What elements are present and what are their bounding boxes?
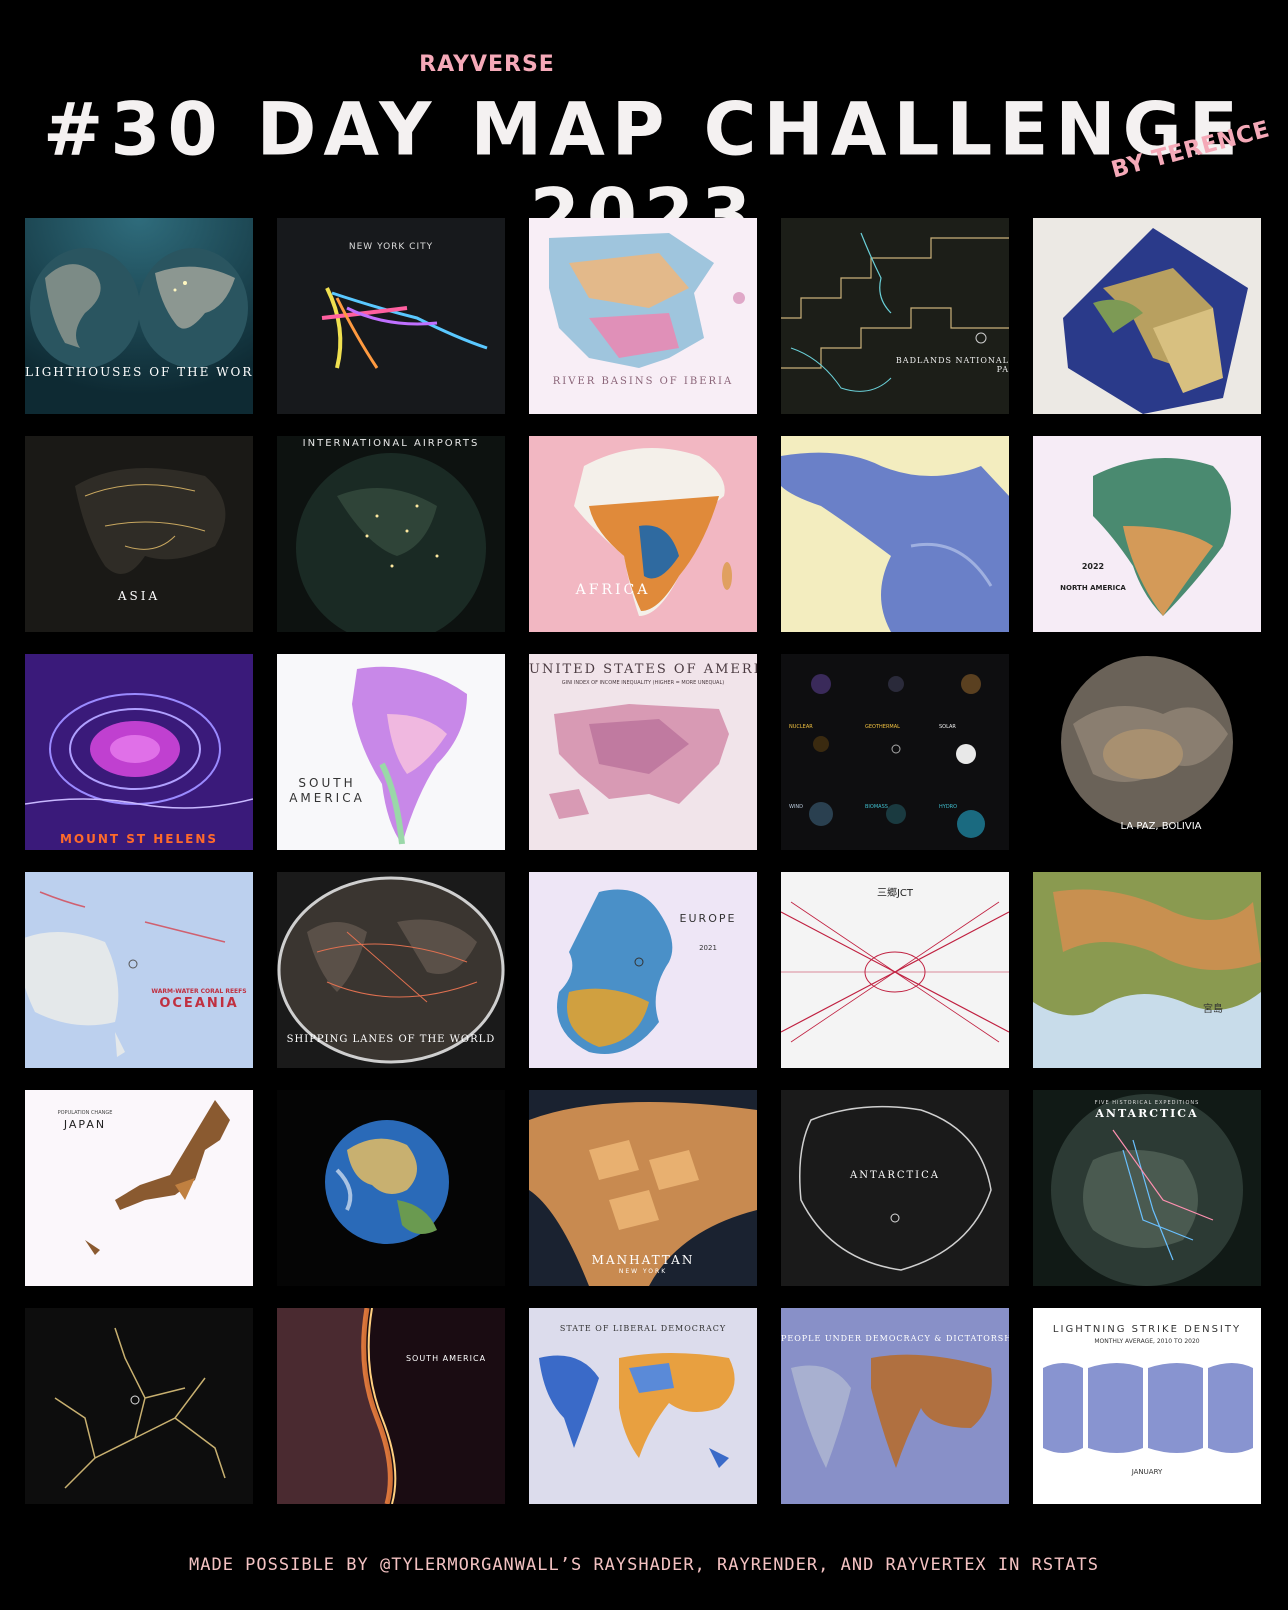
map-tile-democracy-dictatorship[interactable]: PEOPLE UNDER DEMOCRACY & DICTATORSHIP — [781, 1308, 1009, 1504]
airports-globe-image — [277, 436, 505, 632]
tile-title: JAPAN — [63, 1118, 107, 1131]
map-tile-north-america[interactable]: 2022 NORTH AMERICA — [1033, 436, 1261, 632]
tile-title: NORTH AMERICA — [1060, 584, 1126, 592]
map-tile-miyajima[interactable]: 宮島 — [1033, 872, 1261, 1068]
panel-label-hydro: HYDRO — [939, 804, 958, 810]
tile-subtitle: WARM-WATER CORAL REEFS — [151, 988, 247, 995]
bathymetry-map-image — [781, 436, 1009, 632]
tile-title: LA PAZ, BOLIVIA — [1120, 821, 1202, 832]
map-tile-usa-gini[interactable]: UNITED STATES OF AMERICA GINI INDEX OF I… — [529, 654, 757, 850]
map-tile-cube-globe[interactable] — [1033, 218, 1261, 414]
st-helens-contour-image — [25, 654, 253, 850]
panel-label-solar: SOLAR — [939, 724, 956, 730]
map-tile-la-paz[interactable]: LA PAZ, BOLIVIA — [1033, 654, 1261, 850]
tile-title: SHIPPING LANES OF THE WORLD — [286, 1034, 496, 1045]
map-tile-manhattan[interactable]: MANHATTAN NEW YORK — [529, 1090, 757, 1286]
credits-footer: MADE POSSIBLE BY @TYLERMORGANWALL’S RAYS… — [188, 1555, 1100, 1575]
map-tile-south-america-night[interactable]: SOUTH AMERICA — [277, 1308, 505, 1504]
badlands-map-image — [781, 218, 1009, 414]
tile-title: ANTARCTICA — [1095, 1107, 1199, 1120]
tile-title: LIGHTNING STRIKE DENSITY — [1052, 1324, 1242, 1335]
map-gallery-grid: LIGHTHOUSES OF THE WORLD NEW YORK CITY R… — [25, 218, 1261, 1506]
energy-panels-image — [781, 654, 1009, 850]
panel-label-geothermal: GEOTHERMAL — [865, 724, 900, 730]
map-tile-africa[interactable]: AFRICA — [529, 436, 757, 632]
tile-title: BADLANDS NATIONAL PA — [895, 356, 1009, 374]
map-tile-asia[interactable]: ASIA — [25, 436, 253, 632]
map-tile-misato-jct[interactable]: 三郷JCT — [781, 872, 1009, 1068]
tile-title: OCEANIA — [159, 996, 239, 1011]
map-tile-new-york-city[interactable]: NEW YORK CITY — [277, 218, 505, 414]
tile-title: ANTARCTICA — [850, 1170, 940, 1181]
map-tile-antarctica-dark[interactable]: ANTARCTICA — [781, 1090, 1009, 1286]
tile-caption: JANUARY — [1131, 1468, 1163, 1476]
map-tile-road-network[interactable] — [25, 1308, 253, 1504]
tile-title: MOUNT ST HELENS — [59, 832, 219, 846]
tile-title: PEOPLE UNDER DEMOCRACY & DICTATORSHIP — [781, 1334, 1009, 1343]
oceania-map-image — [25, 872, 253, 1068]
tile-title: EUROPE — [679, 912, 737, 925]
panel-label-wind: WIND — [789, 804, 804, 810]
map-tile-shipping-lanes[interactable]: SHIPPING LANES OF THE WORLD — [277, 872, 505, 1068]
map-tile-europe[interactable]: EUROPE 2021 — [529, 872, 757, 1068]
panel-label-biomass: BIOMASS — [865, 804, 888, 810]
map-tile-energy-panels[interactable]: NUCLEAR GEOTHERMAL SOLAR WIND BIOMASS HY… — [781, 654, 1009, 850]
tile-title: RIVER BASINS OF IBERIA — [552, 376, 734, 387]
map-tile-lighthouses[interactable]: LIGHTHOUSES OF THE WORLD — [25, 218, 253, 414]
tile-year: 2022 — [1081, 562, 1105, 571]
map-tile-japan[interactable]: POPULATION CHANGE JAPAN — [25, 1090, 253, 1286]
tile-title: INTERNATIONAL AIRPORTS — [302, 438, 480, 449]
tile-title: UNITED STATES OF AMERICA — [529, 662, 757, 677]
map-tile-mount-st-helens[interactable]: MOUNT ST HELENS — [25, 654, 253, 850]
map-tile-liberal-democracy[interactable]: STATE OF LIBERAL DEMOCRACY — [529, 1308, 757, 1504]
map-tile-oceania[interactable]: WARM-WATER CORAL REEFS OCEANIA — [25, 872, 253, 1068]
tile-title: NEW YORK CITY — [348, 242, 434, 252]
earth-globe-image — [277, 1090, 505, 1286]
antarctica-dark-map-image — [781, 1090, 1009, 1286]
tile-title: AFRICA — [575, 582, 651, 598]
panel-label-nuclear: NUCLEAR — [789, 724, 813, 730]
lighthouses-map-image — [25, 218, 253, 414]
liberal-democracy-map-image — [529, 1308, 757, 1504]
tile-title: ASIA — [117, 589, 161, 603]
africa-map-image — [529, 436, 757, 632]
north-america-map-image — [1033, 436, 1261, 632]
road-network-image — [25, 1308, 253, 1504]
map-tile-south-america[interactable]: SOUTH AMERICA — [277, 654, 505, 850]
tile-year: 2021 — [699, 944, 717, 952]
tile-title: LIGHTHOUSES OF THE WORLD — [25, 365, 253, 379]
tile-title: SOUTH AMERICA — [405, 1354, 487, 1363]
tile-subtitle: POPULATION CHANGE — [57, 1110, 113, 1116]
south-america-night-image — [277, 1308, 505, 1504]
map-tile-earth-globe[interactable] — [277, 1090, 505, 1286]
tile-title: SOUTH AMERICA — [289, 776, 365, 805]
tile-title: 宮島 — [1203, 1004, 1223, 1015]
map-tile-ocean-bathymetry[interactable] — [781, 436, 1009, 632]
tile-title: 三郷JCT — [876, 888, 914, 899]
cube-globe-image — [1033, 218, 1261, 414]
tile-subtitle: FIVE HISTORICAL EXPEDITIONS — [1094, 1100, 1200, 1106]
europe-map-image — [529, 872, 757, 1068]
map-tile-airports[interactable]: INTERNATIONAL AIRPORTS — [277, 436, 505, 632]
map-tile-lightning-density[interactable]: LIGHTNING STRIKE DENSITY MONTHLY AVERAGE… — [1033, 1308, 1261, 1504]
junction-map-image — [781, 872, 1009, 1068]
tile-title: MANHATTAN — [591, 1253, 695, 1267]
tile-title: STATE OF LIBERAL DEMOCRACY — [559, 1324, 727, 1333]
rayverse-kicker: RAYVERSE — [419, 52, 555, 77]
map-tile-antarctica-expeditions[interactable]: FIVE HISTORICAL EXPEDITIONS ANTARCTICA — [1033, 1090, 1261, 1286]
map-tile-badlands[interactable]: BADLANDS NATIONAL PA — [781, 218, 1009, 414]
miyajima-terrain-image — [1033, 872, 1261, 1068]
tile-subtitle: MONTHLY AVERAGE, 2010 TO 2020 — [1094, 1338, 1200, 1345]
map-tile-iberia[interactable]: RIVER BASINS OF IBERIA — [529, 218, 757, 414]
tile-subtitle: GINI INDEX OF INCOME INEQUALITY (HIGHER … — [561, 680, 725, 686]
south-america-map-image — [277, 654, 505, 850]
tile-subtitle: NEW YORK — [618, 1268, 668, 1275]
